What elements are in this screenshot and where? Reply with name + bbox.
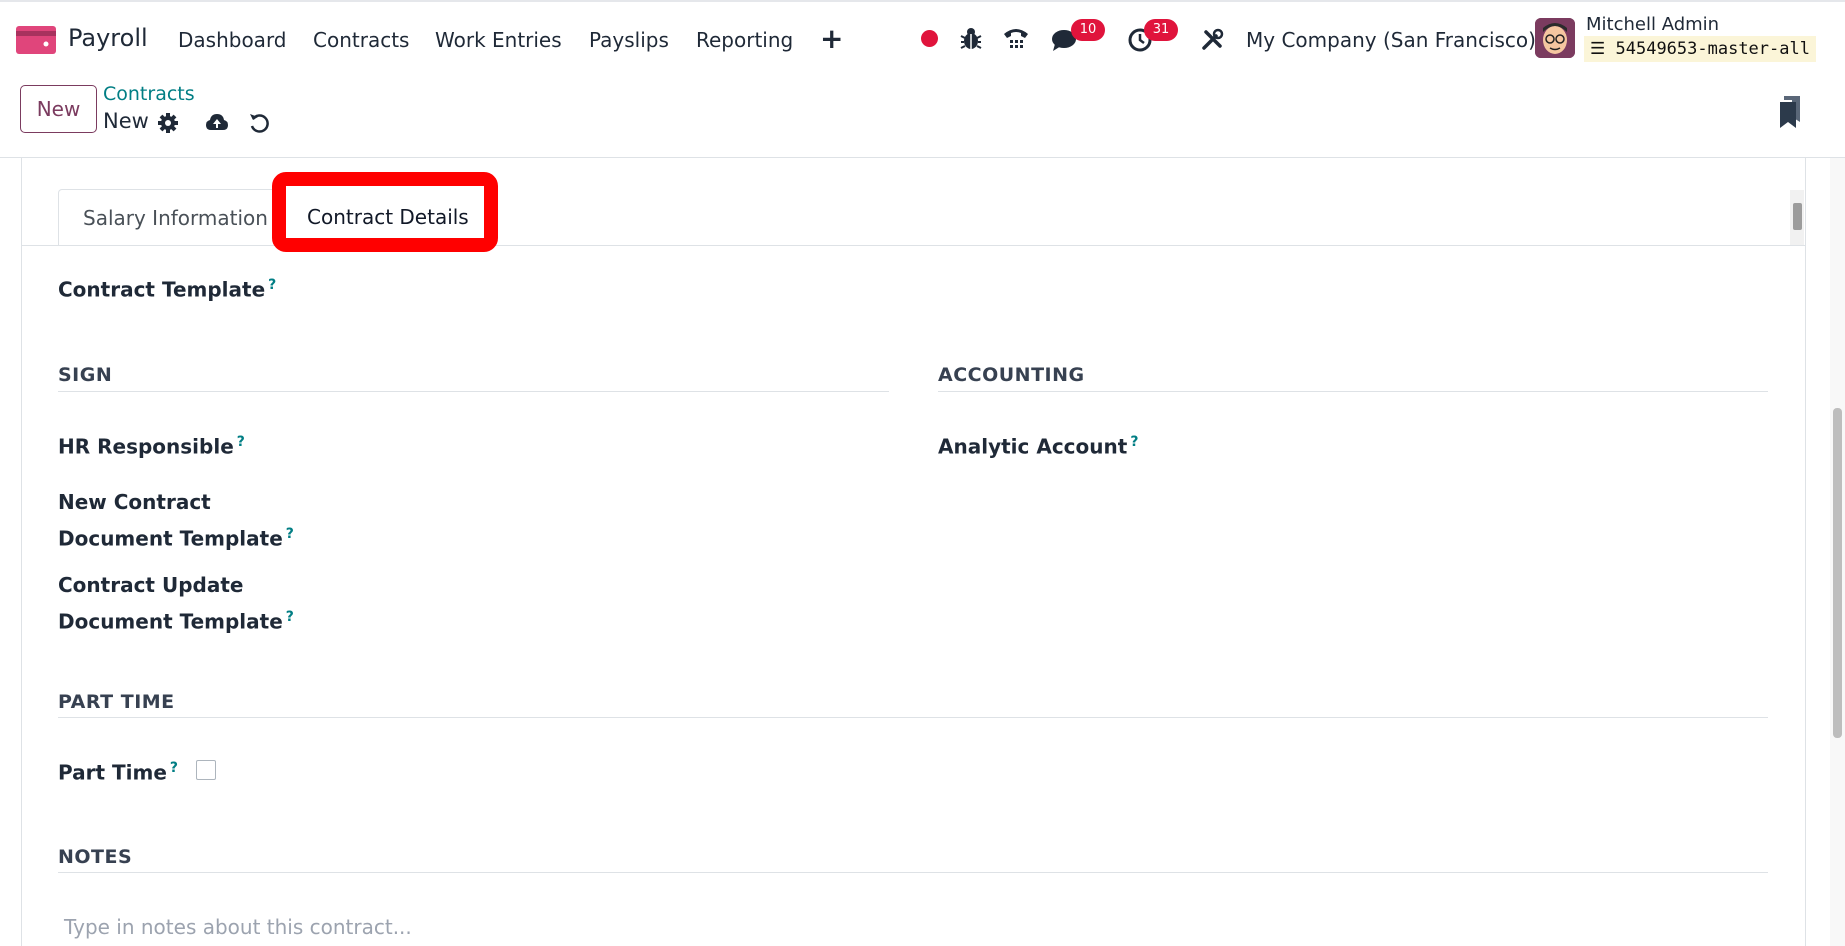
update-doc-line2: Document Template: [58, 609, 283, 634]
discard-undo-icon[interactable]: [247, 111, 271, 135]
gear-icon[interactable]: [156, 111, 180, 135]
record-name: New: [103, 109, 149, 133]
database-icon: ☰: [1590, 39, 1606, 59]
database-tag: ☰ 54549653-master-all: [1584, 36, 1816, 62]
notes-section-divider: [58, 872, 1768, 873]
app-name[interactable]: Payroll: [68, 24, 148, 52]
breadcrumb-contracts[interactable]: Contracts: [103, 83, 195, 105]
messages-badge: 10: [1071, 19, 1105, 41]
new-button[interactable]: New: [20, 85, 97, 133]
new-contract-doc-line1: New Contract: [58, 490, 211, 514]
analytic-account-label[interactable]: Analytic Account?: [938, 426, 1138, 463]
notes-input[interactable]: Type in notes about this contract...: [64, 915, 412, 939]
part-time-checkbox[interactable]: [196, 760, 216, 780]
menu-dashboard[interactable]: Dashboard: [178, 28, 287, 52]
update-doc-line1: Contract Update: [58, 573, 244, 597]
hr-responsible-label[interactable]: HR Responsible?: [58, 426, 245, 463]
top-navbar: Payroll Dashboard Contracts Work Entries…: [0, 0, 1845, 74]
help-icon[interactable]: ?: [170, 760, 178, 776]
user-name[interactable]: Mitchell Admin: [1586, 14, 1719, 35]
contract-update-document-template-label[interactable]: Contract Update Document Template?: [58, 569, 294, 638]
help-icon[interactable]: ?: [1130, 434, 1138, 450]
hr-responsible-text: HR Responsible: [58, 434, 234, 459]
part-time-label[interactable]: Part Time?: [58, 752, 178, 789]
activities-badge: 31: [1144, 19, 1178, 41]
add-menu-icon[interactable]: +: [820, 22, 843, 55]
bookmark-icon[interactable]: [1778, 96, 1802, 128]
help-icon[interactable]: ?: [286, 526, 294, 542]
payroll-app-icon[interactable]: [16, 26, 56, 54]
company-switcher[interactable]: My Company (San Francisco): [1246, 28, 1536, 52]
menu-contracts[interactable]: Contracts: [313, 28, 409, 52]
contract-template-text: Contract Template: [58, 277, 266, 302]
part-time-text: Part Time: [58, 760, 167, 785]
control-panel: New Contracts New: [0, 74, 1845, 158]
bug-icon[interactable]: [956, 24, 986, 54]
new-contract-doc-line2: Document Template: [58, 526, 283, 551]
page-scrollbar-thumb[interactable]: [1833, 408, 1842, 738]
database-name: 54549653-master-all: [1615, 39, 1810, 59]
part-time-section-title: PART TIME: [58, 691, 175, 713]
sign-section-title: SIGN: [58, 364, 113, 386]
accounting-section-divider: [938, 391, 1768, 392]
new-contract-document-template-label[interactable]: New Contract Document Template?: [58, 486, 294, 555]
notes-section-title: NOTES: [58, 846, 133, 868]
menu-payslips[interactable]: Payslips: [589, 28, 669, 52]
tab-salary-information[interactable]: Salary Information: [58, 189, 293, 246]
settings-tools-icon[interactable]: [1198, 24, 1228, 54]
save-cloud-icon[interactable]: [205, 111, 229, 135]
analytic-account-text: Analytic Account: [938, 434, 1128, 459]
menu-reporting[interactable]: Reporting: [696, 28, 793, 52]
help-icon[interactable]: ?: [286, 609, 294, 625]
accounting-section-title: ACCOUNTING: [938, 364, 1085, 386]
sign-section-divider: [58, 391, 889, 392]
part-time-section-divider: [58, 717, 1768, 718]
tabs-scrollbar-thumb[interactable]: [1793, 203, 1802, 230]
record-icon[interactable]: [921, 30, 938, 47]
menu-work-entries[interactable]: Work Entries: [435, 28, 562, 52]
phone-icon[interactable]: [1001, 24, 1031, 54]
highlight-annotation: [272, 172, 498, 252]
contract-template-label[interactable]: Contract Template?: [58, 269, 276, 306]
help-icon[interactable]: ?: [268, 277, 276, 293]
help-icon[interactable]: ?: [237, 434, 245, 450]
user-avatar[interactable]: [1535, 18, 1575, 58]
